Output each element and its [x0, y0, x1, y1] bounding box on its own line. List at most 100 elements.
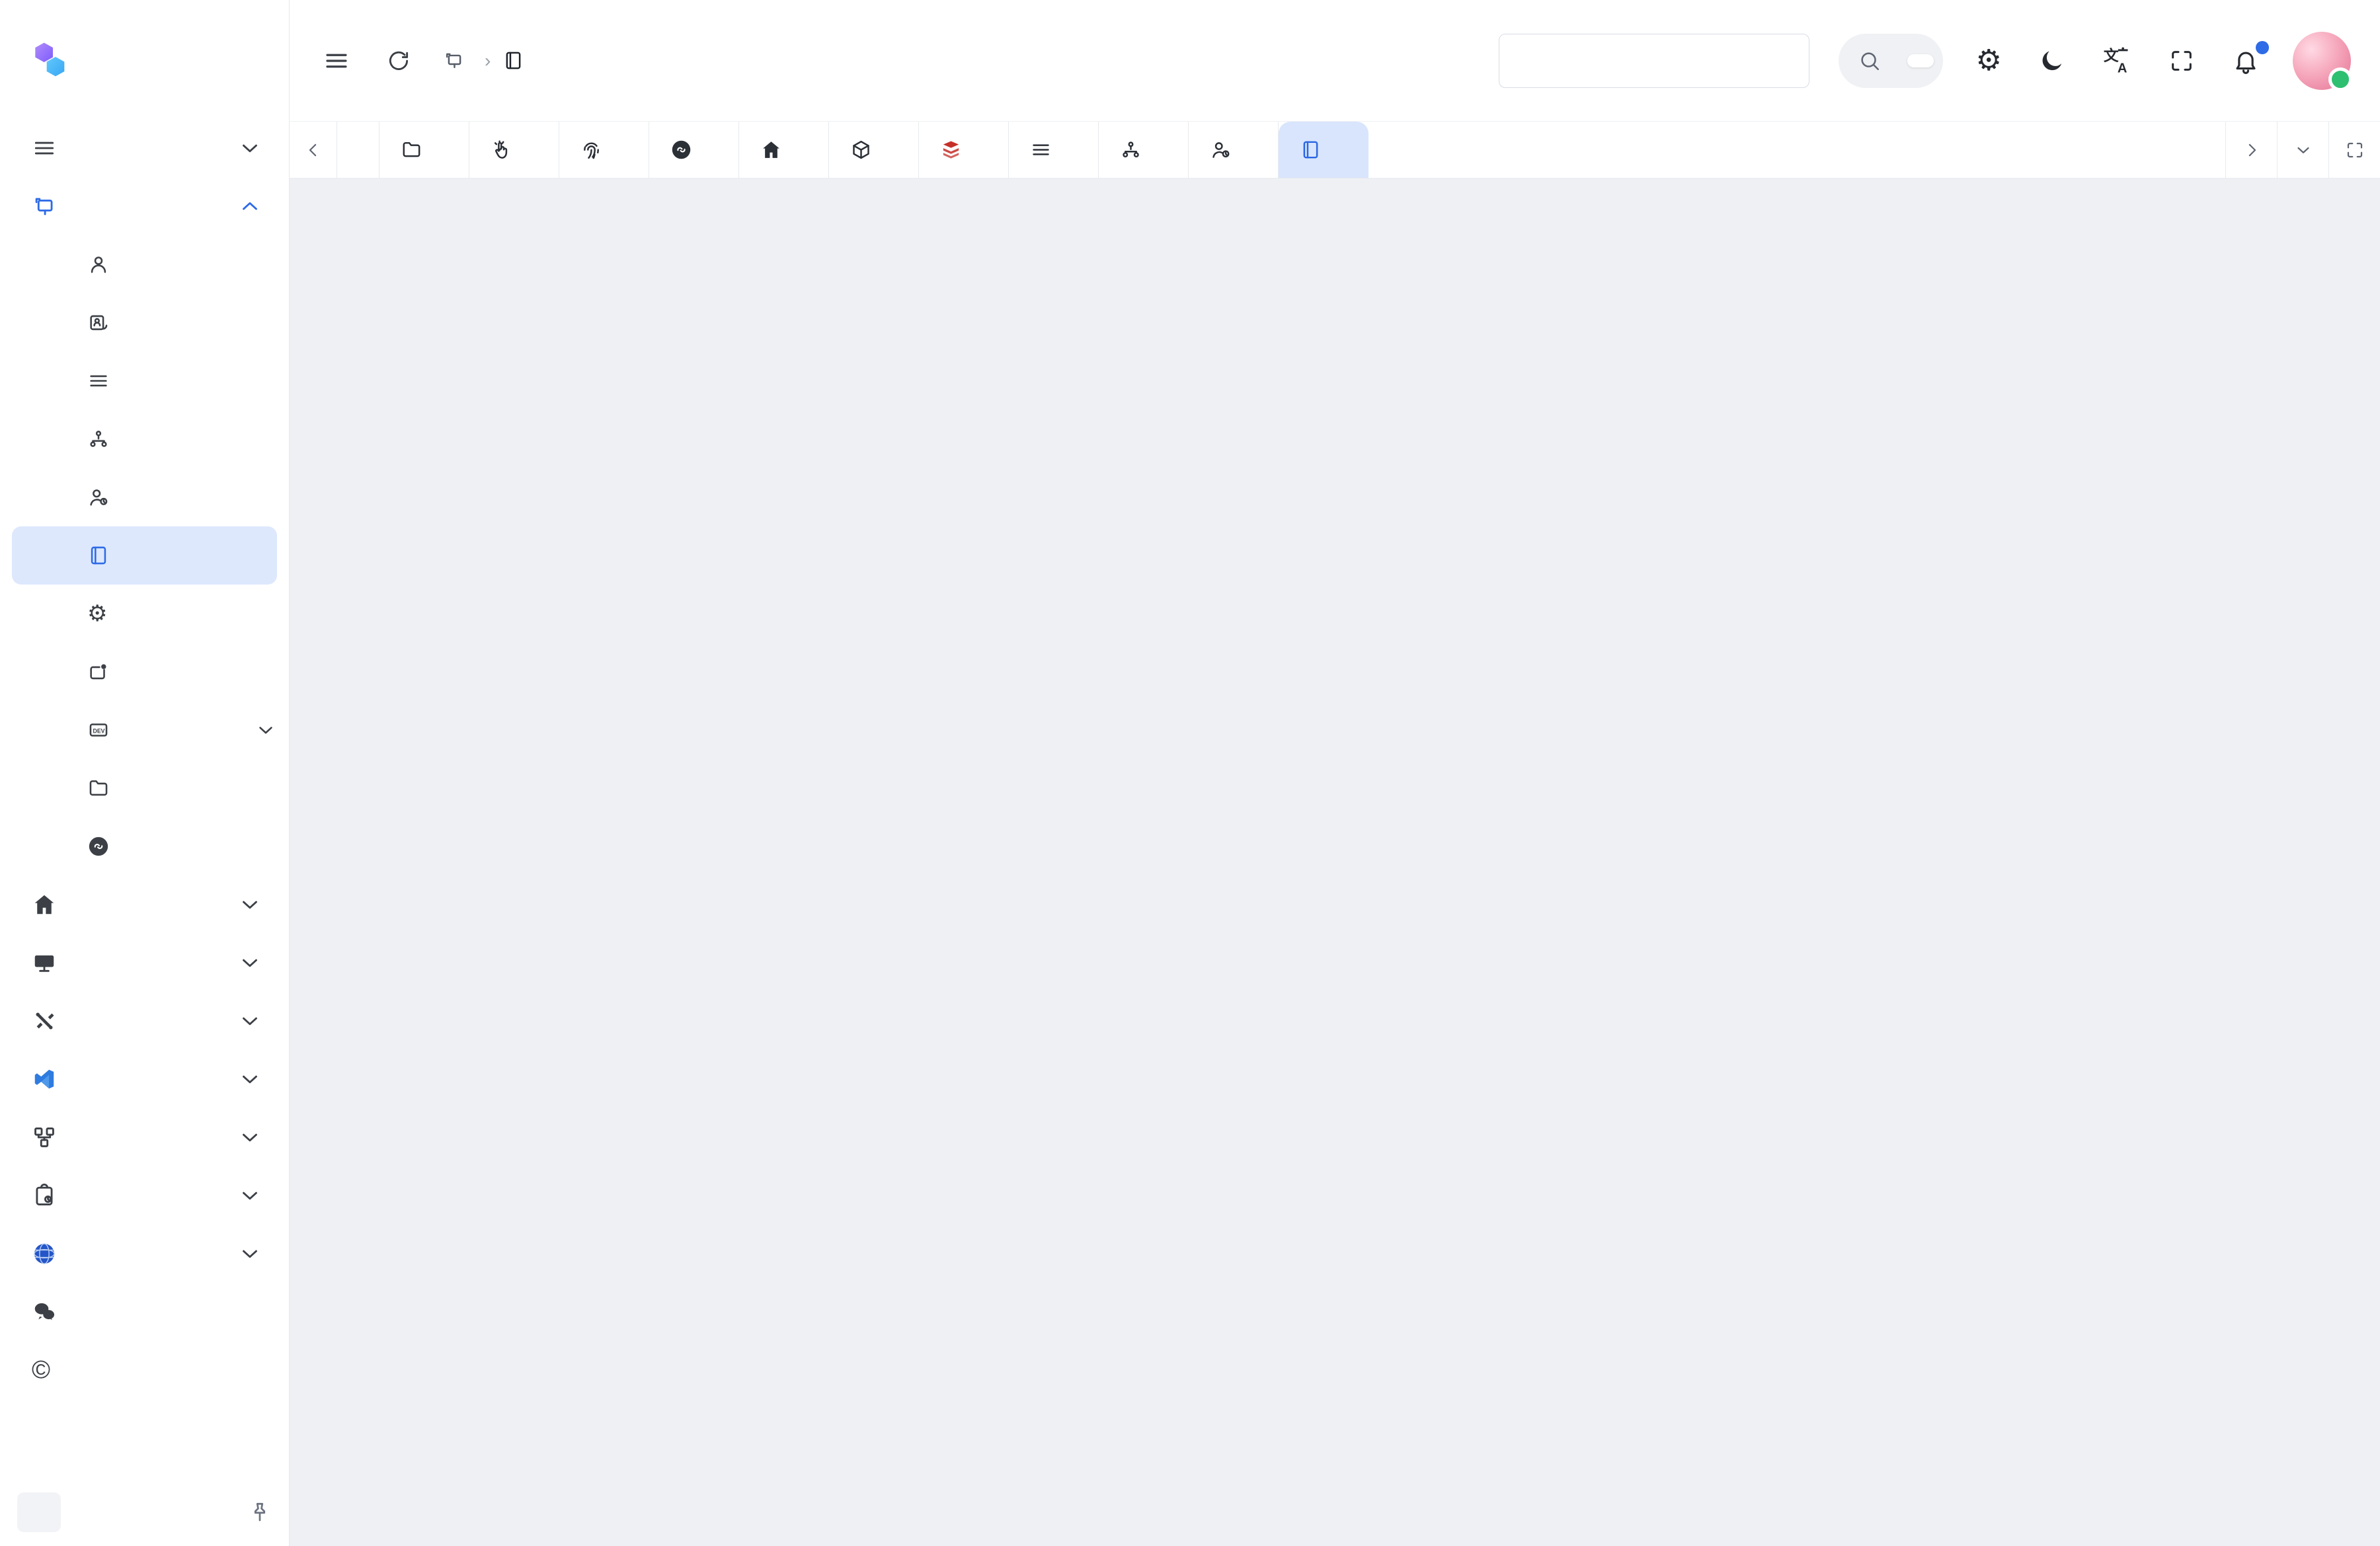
box-icon: [850, 139, 872, 161]
fullscreen-icon[interactable]: [2164, 47, 2199, 75]
wechat-icon: [32, 1299, 57, 1324]
breadcrumb-item[interactable]: [502, 50, 532, 71]
vscode-icon: [32, 1067, 57, 1092]
sidebar-subitem-2[interactable]: [12, 352, 277, 410]
home-icon: [760, 139, 782, 161]
tab-3[interactable]: [649, 122, 739, 178]
sidebar-subitem-6[interactable]: ⚙: [12, 585, 277, 643]
dark-mode-moon-icon[interactable]: [2035, 47, 2069, 75]
monitor-window-icon: [32, 194, 57, 219]
tab-0[interactable]: [379, 122, 469, 178]
tabbar: [290, 122, 2380, 179]
sidebar-item-4[interactable]: [0, 992, 289, 1050]
translate-icon[interactable]: 文A: [2098, 46, 2135, 76]
person-badge-icon: [87, 486, 110, 509]
sidebar-item-2[interactable]: [0, 875, 289, 934]
folder-icon: [87, 777, 110, 799]
sidebar-subitem-8[interactable]: DEV: [12, 701, 277, 759]
sidebar-item-10[interactable]: ©: [0, 1341, 289, 1399]
settings-gear-icon[interactable]: ⚙: [1972, 43, 2006, 78]
person-badge-icon: [1210, 139, 1232, 161]
breadcrumb-item[interactable]: [443, 50, 473, 71]
sidebar-subitem-4[interactable]: [12, 468, 277, 526]
breadcrumb-separator: ›: [485, 50, 491, 71]
tab-9[interactable]: [1189, 122, 1279, 178]
pin-icon[interactable]: [248, 1500, 272, 1524]
sidebar: ⚙ DEV ©: [0, 0, 290, 1546]
svg-text:DEV: DEV: [93, 728, 105, 735]
tab-1[interactable]: [469, 122, 559, 178]
notification-bell-icon[interactable]: [2228, 46, 2264, 75]
sidebar-subitem-9[interactable]: [12, 759, 277, 817]
monitor-window-icon: [443, 50, 465, 71]
sidebar-subitem-1[interactable]: [12, 294, 277, 352]
tabs-maximize-button[interactable]: [2328, 122, 2380, 178]
user-icon: [87, 253, 110, 276]
global-search-button[interactable]: [1839, 34, 1943, 88]
chevron-right-icon: [2242, 140, 2262, 160]
logo[interactable]: [0, 0, 289, 119]
sidebar-subitem-7[interactable]: [12, 643, 277, 701]
sidebar-subitem-5[interactable]: [12, 526, 277, 585]
home-icon: [32, 892, 57, 917]
sidebar-item-6[interactable]: [0, 1108, 289, 1166]
content-area: [290, 179, 2380, 1546]
tabs-dropdown-button[interactable]: [2277, 122, 2328, 178]
search-shortcut-badge: [1907, 54, 1934, 67]
tab-2[interactable]: [559, 122, 649, 178]
chevron-down-icon: [2293, 140, 2313, 160]
tab-4[interactable]: [739, 122, 829, 178]
hamburger-menu-icon[interactable]: [319, 46, 354, 75]
app-root: ⚙ DEV © › ⚙ 文A: [0, 0, 2380, 1546]
dict-data-panel: [1343, 202, 2351, 1529]
sidebar-item-8[interactable]: [0, 1225, 289, 1283]
chevron-down-icon: [237, 1183, 262, 1208]
sidebar-footer: [0, 1489, 289, 1546]
sidebar-item-3[interactable]: [0, 934, 289, 992]
tab-10[interactable]: [1279, 122, 1368, 178]
task-clipboard-icon: [32, 1183, 57, 1208]
link-circle-icon: [87, 835, 110, 858]
user-avatar[interactable]: [2293, 32, 2351, 90]
chevron-down-icon: [237, 892, 262, 917]
sidebar-item-5[interactable]: [0, 1050, 289, 1108]
tab-6[interactable]: [919, 122, 1009, 178]
refresh-icon[interactable]: [382, 48, 415, 74]
topbar: › ⚙ 文A: [290, 0, 2380, 122]
tabs-scroll-right-button[interactable]: [2225, 122, 2277, 178]
sidebar-item-9[interactable]: [0, 1283, 289, 1341]
svg-text:A: A: [2118, 61, 2127, 75]
menu-lines-icon: [87, 370, 110, 392]
sidebar-item-1[interactable]: [0, 177, 289, 235]
chevron-down-icon: [237, 1067, 262, 1092]
sidebar-subitem-10[interactable]: [12, 817, 277, 875]
notification-dot: [2256, 41, 2269, 54]
link-circle-icon: [670, 139, 692, 161]
book-icon: [87, 544, 110, 567]
tab-5[interactable]: [829, 122, 919, 178]
tabs-scroll-left-button[interactable]: [290, 122, 337, 178]
book-icon: [1300, 139, 1322, 161]
globe-icon: [32, 1241, 57, 1266]
sidebar-subitem-3[interactable]: [12, 410, 277, 468]
sidebar-item-0[interactable]: [0, 119, 289, 177]
sidebar-subitem-0[interactable]: [12, 235, 277, 294]
chevron-left-icon: [303, 140, 323, 160]
breadcrumb: ›: [443, 50, 532, 71]
tenant-select-input[interactable]: [1499, 34, 1809, 88]
tab-8[interactable]: [1099, 122, 1189, 178]
svg-text:文: 文: [2104, 47, 2119, 64]
tab-partial-close[interactable]: [337, 122, 379, 178]
folder-icon: [401, 139, 422, 161]
topbar-left: ›: [319, 46, 532, 75]
tab-7[interactable]: [1009, 122, 1099, 178]
chevron-up-icon: [237, 194, 262, 219]
notice-icon: [87, 661, 110, 683]
chevron-down-icon: [237, 136, 262, 161]
sidebar-item-7[interactable]: [0, 1166, 289, 1225]
copyright-icon: ©: [32, 1358, 50, 1383]
expand-icon: [2345, 140, 2365, 160]
sidebar-collapse-button[interactable]: [17, 1492, 61, 1532]
dict-type-panel: [316, 202, 1324, 1529]
sidebar-nav: ⚙ DEV ©: [0, 119, 289, 1489]
